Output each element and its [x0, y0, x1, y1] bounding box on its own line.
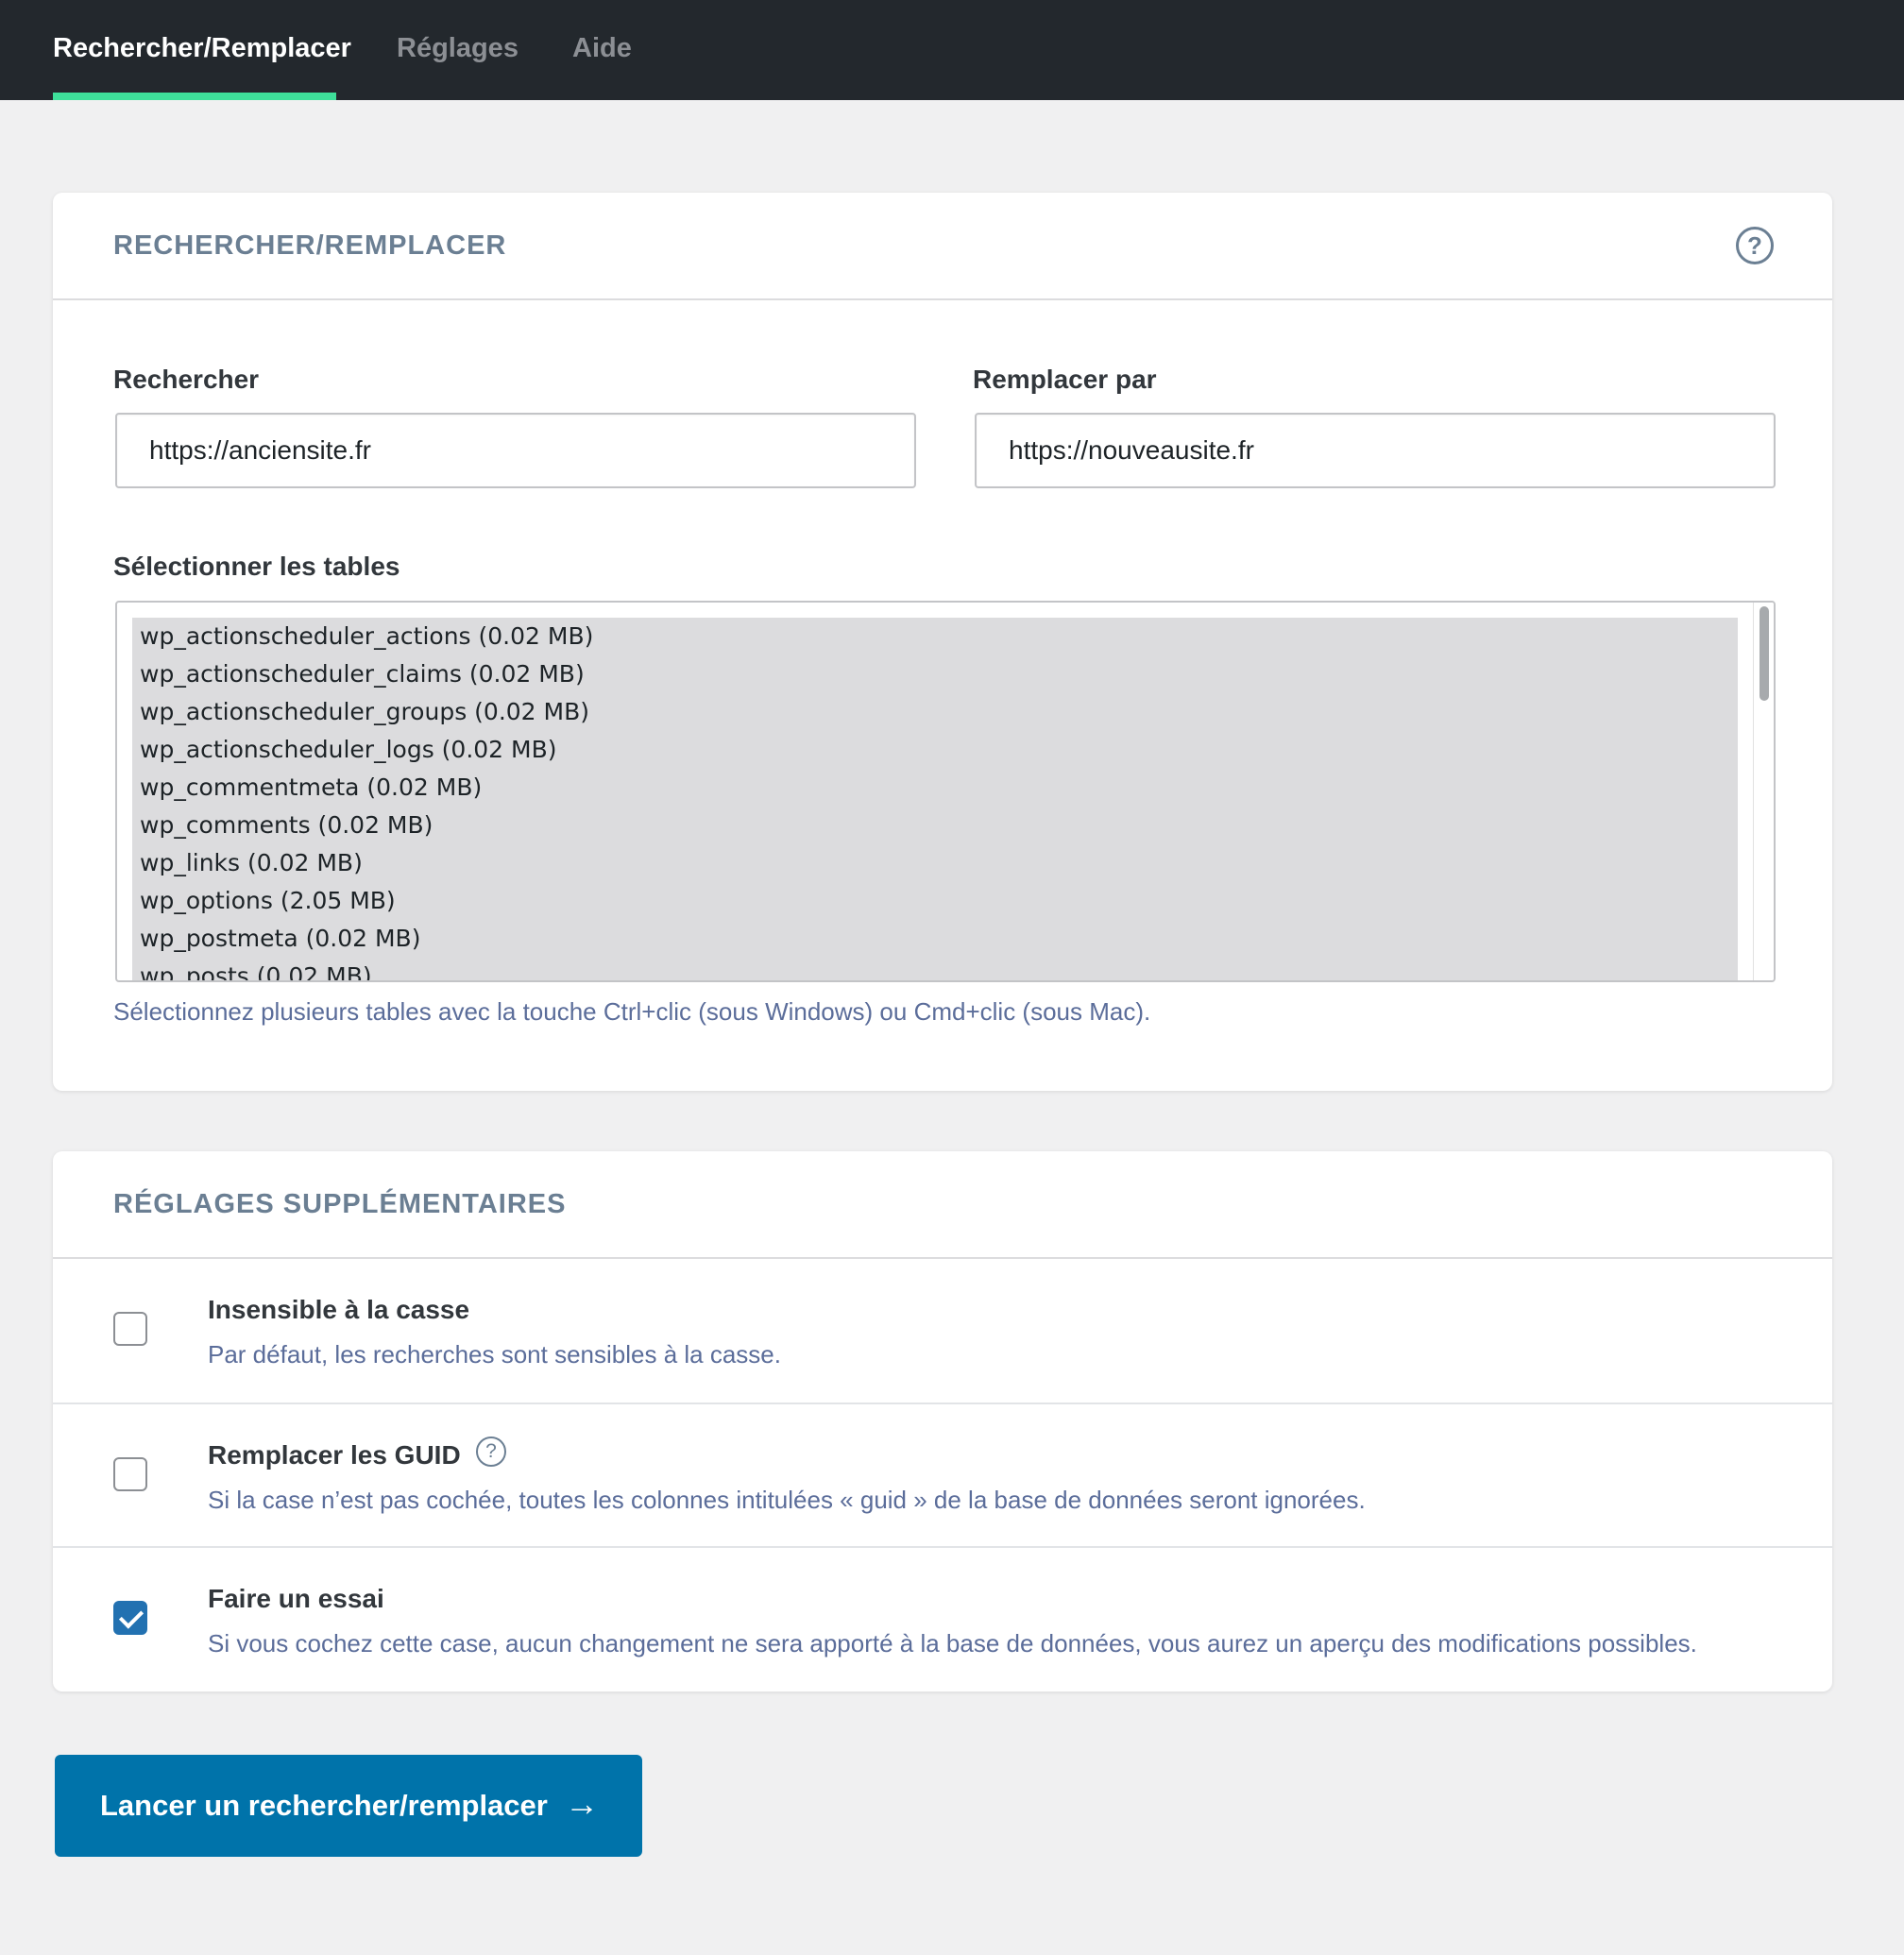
search-input[interactable] [115, 413, 916, 488]
help-icon[interactable]: ? [476, 1436, 506, 1467]
tab-search-replace[interactable]: Rechercher/Remplacer [53, 0, 351, 100]
setting-row-case-insensitive: Insensible à la casse Par défaut, les re… [53, 1259, 1832, 1402]
table-option[interactable]: wp_actionscheduler_actions (0.02 MB) [132, 618, 1738, 655]
table-option[interactable]: wp_actionscheduler_claims (0.02 MB) [132, 655, 1738, 693]
card-title: RÉGLAGES SUPPLÉMENTAIRES [113, 1189, 567, 1219]
replace-label: Remplacer par [973, 365, 1157, 394]
table-option[interactable]: wp_actionscheduler_logs (0.02 MB) [132, 731, 1738, 769]
run-search-replace-button[interactable]: Lancer un rechercher/remplacer → [55, 1755, 642, 1857]
scrollbar[interactable] [1753, 603, 1774, 980]
tab-help[interactable]: Aide [572, 0, 648, 100]
tables-select[interactable]: wp_actionscheduler_actions (0.02 MB) wp_… [115, 601, 1776, 982]
replace-input[interactable] [975, 413, 1776, 488]
setting-description: Si vous cochez cette case, aucun changem… [208, 1629, 1697, 1658]
setting-row-replace-guids: Remplacer les GUID ? Si la case n’est pa… [53, 1402, 1832, 1546]
card-header: RECHERCHER/REMPLACER ? [53, 193, 1832, 300]
card-header: RÉGLAGES SUPPLÉMENTAIRES [53, 1151, 1832, 1259]
setting-description: Par défaut, les recherches sont sensible… [208, 1340, 781, 1368]
search-label: Rechercher [113, 365, 260, 394]
setting-title: Faire un essai [208, 1584, 384, 1613]
top-nav: Rechercher/Remplacer Réglages Aide [0, 0, 1904, 100]
setting-row-dry-run: Faire un essai Si vous cochez cette case… [53, 1546, 1832, 1690]
tables-list: wp_actionscheduler_actions (0.02 MB) wp_… [132, 618, 1738, 980]
extra-settings-card: RÉGLAGES SUPPLÉMENTAIRES Insensible à la… [53, 1151, 1832, 1692]
scrollbar-thumb[interactable] [1760, 606, 1769, 701]
setting-title: Insensible à la casse [208, 1295, 470, 1324]
table-option[interactable]: wp_posts (0.02 MB) [132, 958, 1738, 980]
button-label: Lancer un rechercher/remplacer [100, 1789, 548, 1822]
search-replace-card: RECHERCHER/REMPLACER ? Rechercher Rempla… [53, 193, 1832, 1091]
case-insensitive-checkbox[interactable] [113, 1312, 147, 1346]
arrow-right-icon: → [565, 1784, 599, 1823]
tables-hint: Sélectionnez plusieurs tables avec la to… [113, 997, 1151, 1026]
help-icon[interactable]: ? [1736, 227, 1774, 264]
table-option[interactable]: wp_commentmeta (0.02 MB) [132, 769, 1738, 807]
table-option[interactable]: wp_links (0.02 MB) [132, 844, 1738, 882]
replace-guids-checkbox[interactable] [113, 1457, 147, 1491]
table-option[interactable]: wp_comments (0.02 MB) [132, 807, 1738, 844]
table-option[interactable]: wp_options (2.05 MB) [132, 882, 1738, 920]
setting-title: Remplacer les GUID [208, 1440, 461, 1470]
card-title: RECHERCHER/REMPLACER [113, 230, 507, 261]
tab-settings[interactable]: Réglages [397, 0, 519, 100]
tables-label: Sélectionner les tables [113, 552, 400, 581]
setting-description: Si la case n’est pas cochée, toutes les … [208, 1486, 1366, 1514]
dry-run-checkbox[interactable] [113, 1601, 147, 1635]
table-option[interactable]: wp_actionscheduler_groups (0.02 MB) [132, 693, 1738, 731]
table-option[interactable]: wp_postmeta (0.02 MB) [132, 920, 1738, 958]
